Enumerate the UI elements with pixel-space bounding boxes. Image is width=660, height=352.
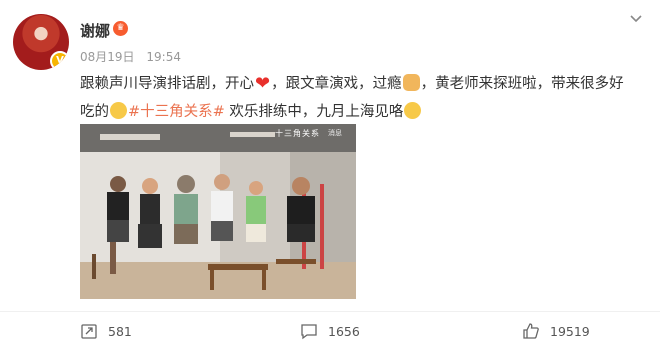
comment-icon [301,324,317,340]
heart-emoji-icon: ❤ [255,73,271,94]
post-text-segment: ，黄老师来探班啦，带来很多好 [420,76,624,92]
photo-watermark: 消息 [328,129,342,137]
comment-button[interactable]: 1656 [300,320,360,342]
muscle-emoji-icon [402,74,420,91]
photo-caption: 十三角关系 [275,129,320,138]
verified-badge-icon: V [50,51,69,70]
author-name[interactable]: 谢娜 [80,20,110,41]
crying-emoji-icon [110,102,127,119]
repost-count: 581 [108,323,132,339]
thumbs-up-icon [523,323,539,339]
smile-emoji-icon [404,102,422,119]
post-text-segment: 吃的 [80,104,109,120]
chevron-down-icon[interactable] [628,10,644,26]
post-meta: 08月19日 19:54 [80,48,189,65]
comment-count: 1656 [328,323,360,339]
post-date[interactable]: 08月19日 [80,50,135,64]
repost-icon [81,324,97,339]
like-button[interactable]: 19519 [522,320,590,342]
like-count: 19519 [550,323,590,339]
post-text-segment: 跟赖声川导演排话剧，开心 [80,76,254,92]
post-text-segment: ，跟文章演戏，过瘾 [271,76,402,92]
vip-badge-icon: ♛ [113,21,128,36]
action-bar: 581 1656 19519 [0,311,660,352]
post-photo[interactable]: 十三角关系 消息 [80,124,356,299]
hashtag-link[interactable]: #十三角关系# [128,104,225,120]
post-text-segment: 欢乐排练中，九月上海见咯 [224,104,404,120]
avatar[interactable]: V [13,14,69,70]
repost-button[interactable]: 581 [80,320,132,342]
post-text: 跟赖声川导演排话剧，开心❤，跟文章演戏，过瘾 ，黄老师来探班啦，带来很多好 吃的 #… [80,70,635,126]
post-time[interactable]: 19:54 [146,50,181,64]
photo-scene [80,124,356,299]
